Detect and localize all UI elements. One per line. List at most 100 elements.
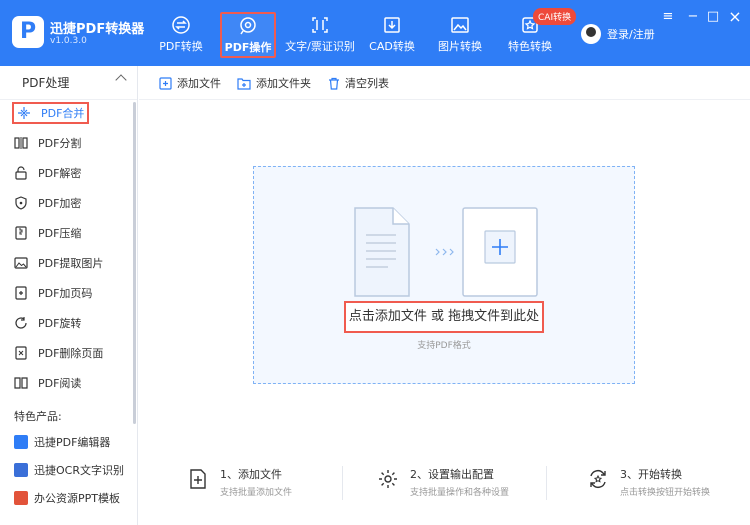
image-icon — [14, 257, 28, 269]
cad-convert-icon — [384, 17, 400, 33]
minimize-icon[interactable]: − — [686, 10, 700, 24]
sidebar-item-merge[interactable]: PDF合并 — [12, 102, 90, 124]
sidebar-item-encrypt[interactable]: PDF加密 — [14, 192, 81, 214]
file-toolbar: 添加文件 添加文件夹 清空列表 — [139, 66, 750, 100]
step-add-file: 1、添加文件 支持批量添加文件 — [188, 466, 292, 498]
gear-icon — [379, 470, 397, 488]
add-file-icon — [159, 76, 172, 90]
sidebar-item-page-number[interactable]: PDF加页码 — [14, 282, 92, 304]
step-desc: 支持批量操作和各种设置 — [410, 488, 510, 498]
clear-list-button[interactable]: 清空列表 — [328, 75, 389, 91]
sidebar-item-compress[interactable]: PDF压缩 — [14, 222, 81, 244]
sidebar-scrollbar[interactable] — [133, 102, 136, 424]
tab-pdf-operate[interactable]: PDF操作 — [220, 12, 276, 58]
sidebar-item-rotate[interactable]: PDF旋转 — [14, 312, 81, 334]
shield-icon — [15, 196, 27, 210]
tab-label: PDF转换 — [159, 40, 203, 53]
login-button[interactable]: 登录/注册 — [581, 24, 655, 44]
clear-list-label: 清空列表 — [345, 77, 389, 90]
tab-label: CAD转换 — [369, 40, 415, 53]
step-title: 1、添加文件 — [220, 468, 282, 481]
sidebar-item-label: PDF解密 — [38, 167, 82, 180]
file-drop-zone[interactable]: 点击添加文件 或 拖拽文件到此处 支持PDF格式 — [253, 166, 635, 384]
text-recognize-icon — [312, 17, 328, 33]
pdf-operate-icon — [240, 17, 256, 35]
featured-item-ocr[interactable]: 迅捷OCR文字识别 — [14, 459, 124, 481]
featured-item-pdf-editor[interactable]: 迅捷PDF编辑器 — [14, 431, 110, 453]
merge-icon — [18, 107, 30, 119]
step-output-settings: 2、设置输出配置 支持批量操作和各种设置 — [378, 466, 509, 498]
add-file-button[interactable]: 添加文件 — [159, 75, 221, 91]
featured-item-label: 迅捷PDF编辑器 — [34, 436, 111, 449]
step-desc: 支持批量添加文件 — [220, 488, 293, 498]
add-file-label: 添加文件 — [177, 77, 221, 90]
app-version: v1.0.3.0 — [50, 36, 87, 46]
sidebar-item-label: PDF分割 — [38, 137, 82, 150]
sidebar-item-label: PDF提取图片 — [38, 257, 104, 270]
sidebar-item-label: PDF删除页面 — [38, 347, 104, 360]
ppt-template-icon — [14, 491, 28, 505]
featured-item-ppt-template[interactable]: 办公资源PPT模板 — [14, 487, 120, 509]
step-title: 3、开始转换 — [620, 468, 682, 481]
image-convert-icon — [451, 17, 469, 33]
avatar — [581, 24, 601, 44]
tab-label: 文字/票证识别 — [285, 40, 355, 53]
ocr-icon — [14, 463, 28, 477]
delete-page-icon — [15, 346, 27, 360]
tab-cad-convert[interactable]: CAD转换 — [366, 0, 418, 62]
featured-item-label: 迅捷OCR文字识别 — [34, 464, 124, 477]
step-desc: 点击转换按钮开始转换 — [620, 488, 711, 498]
rotate-icon — [15, 317, 27, 329]
app-name: 迅捷PDF转换器 — [50, 22, 145, 37]
sidebar-item-extract-image[interactable]: PDF提取图片 — [14, 252, 103, 274]
tab-label: PDF操作 — [224, 41, 272, 54]
sidebar-item-read[interactable]: PDF阅读 — [14, 372, 81, 394]
add-folder-label: 添加文件夹 — [256, 77, 311, 90]
tab-label: 特色转换 — [508, 40, 552, 53]
sidebar-item-label: PDF旋转 — [38, 317, 82, 330]
featured-item-label: 办公资源PPT模板 — [34, 492, 120, 505]
chevron-up-icon — [115, 74, 127, 86]
page-number-icon — [15, 286, 27, 300]
sidebar-item-decrypt[interactable]: PDF解密 — [14, 162, 81, 184]
add-document-icon — [190, 469, 206, 489]
step-divider — [546, 466, 547, 500]
sidebar-item-label: PDF压缩 — [38, 227, 82, 240]
sidebar-item-delete-page[interactable]: PDF删除页面 — [14, 342, 103, 364]
unlock-icon — [15, 166, 27, 180]
pdf-convert-icon — [172, 16, 190, 34]
sidebar-item-label: PDF阅读 — [38, 377, 82, 390]
title-bar: P 迅捷PDF转换器 v1.0.3.0 PDF转换 PDF操作 文字/票证识别 … — [0, 0, 750, 66]
sidebar-header[interactable]: PDF处理 — [0, 66, 137, 100]
tab-text-recognize[interactable]: 文字/票证识别 — [285, 0, 355, 62]
supported-format-text: 支持PDF格式 — [417, 341, 471, 351]
tab-pdf-convert[interactable]: PDF转换 — [153, 0, 209, 62]
sidebar-item-label: PDF加密 — [38, 197, 82, 210]
sidebar-item-label: PDF合并 — [41, 107, 85, 120]
step-start-convert: 3、开始转换 点击转换按钮开始转换 — [588, 466, 710, 498]
sidebar-item-split[interactable]: PDF分割 — [14, 132, 81, 154]
cai-convert-badge[interactable]: CAI转换 — [533, 8, 577, 25]
menu-icon[interactable]: ≡ — [661, 10, 675, 24]
split-icon — [14, 137, 28, 149]
sidebar-header-label: PDF处理 — [22, 76, 70, 90]
sidebar-item-label: PDF加页码 — [38, 287, 93, 300]
drop-zone-prompt[interactable]: 点击添加文件 或 拖拽文件到此处 — [344, 301, 544, 333]
trash-icon — [329, 77, 339, 90]
add-file-illustration — [354, 207, 538, 297]
pdf-editor-icon — [14, 435, 28, 449]
step-divider — [342, 466, 343, 500]
maximize-icon[interactable]: □ — [706, 10, 720, 24]
sidebar: PDF处理 PDF合并 PDF分割 PDF解密 PDF加密 PDF压缩 PDF提… — [0, 66, 138, 525]
convert-icon — [590, 470, 606, 488]
add-folder-button[interactable]: 添加文件夹 — [237, 75, 311, 91]
compress-icon — [15, 226, 27, 240]
tab-label: 图片转换 — [438, 40, 482, 53]
book-icon — [14, 377, 28, 389]
app-logo: P — [12, 16, 44, 48]
add-folder-icon — [237, 77, 251, 90]
step-title: 2、设置输出配置 — [410, 468, 494, 481]
close-icon[interactable]: × — [728, 9, 742, 25]
tab-image-convert[interactable]: 图片转换 — [434, 0, 486, 62]
featured-label: 特色产品: — [14, 410, 62, 423]
